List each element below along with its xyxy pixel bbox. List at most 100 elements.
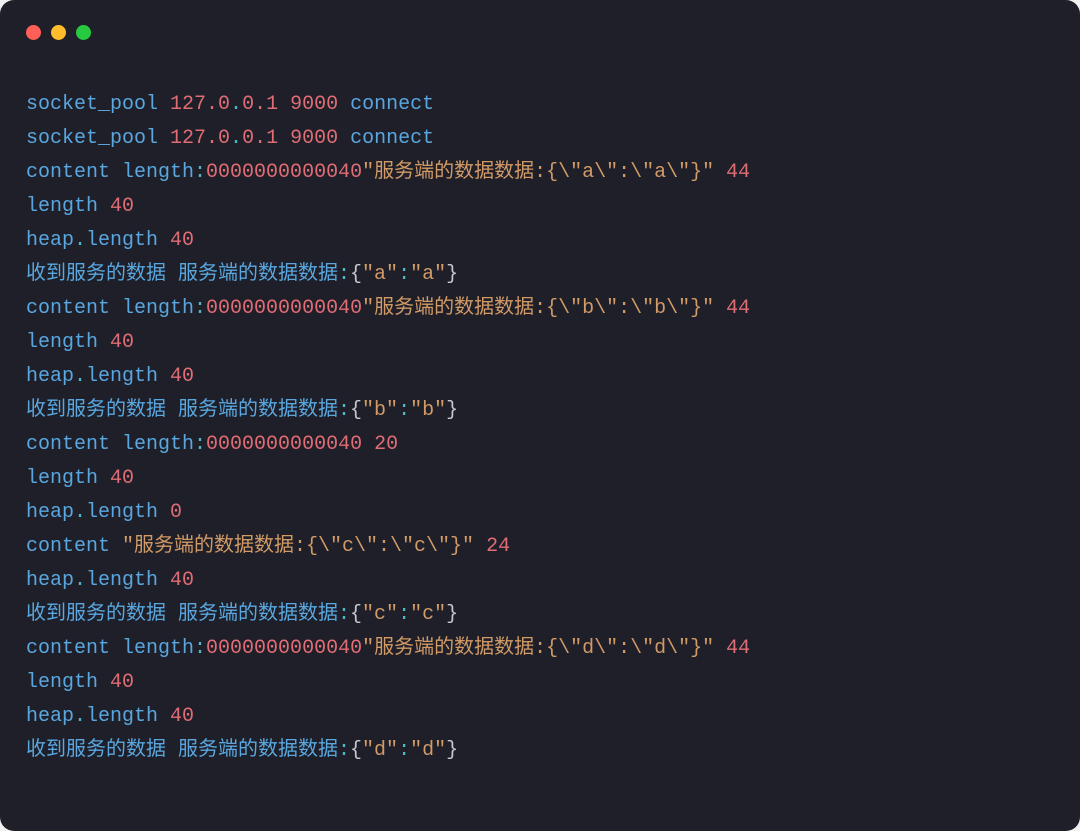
token: }: [446, 399, 458, 422]
token: 0.1: [242, 93, 278, 116]
token: length: [86, 365, 170, 388]
output-line: length 40: [26, 190, 1054, 224]
token: 44: [726, 637, 750, 660]
terminal-output: socket_pool 127.0.0.1 9000 connectsocket…: [26, 88, 1054, 768]
output-line: heap.length 40: [26, 360, 1054, 394]
output-line: content "服务端的数据数据:{\"c\":\"c\"}" 24: [26, 530, 1054, 564]
token: content length: [26, 637, 194, 660]
token: [278, 127, 290, 150]
token: {: [350, 603, 362, 626]
token: .: [74, 229, 86, 252]
token: 0000000000040: [206, 433, 362, 456]
token: "服务端的数据数据:{\"a\":\"a\"}": [362, 161, 714, 184]
token: length: [26, 195, 110, 218]
token: 40: [110, 467, 134, 490]
token: "c": [410, 603, 446, 626]
output-line: socket_pool 127.0.0.1 9000 connect: [26, 122, 1054, 156]
token: {: [350, 263, 362, 286]
token: 40: [170, 229, 194, 252]
token: "服务端的数据数据:{\"b\":\"b\"}": [362, 297, 714, 320]
token: {: [350, 739, 362, 762]
output-line: content length:0000000000040 20: [26, 428, 1054, 462]
token: .: [230, 127, 242, 150]
token: 44: [726, 161, 750, 184]
token: content length: [26, 433, 194, 456]
output-line: length 40: [26, 462, 1054, 496]
token: :: [398, 399, 410, 422]
output-line: heap.length 40: [26, 564, 1054, 598]
token: "服务端的数据数据:{\"c\":\"c\"}": [122, 535, 474, 558]
token: 40: [170, 705, 194, 728]
token: :: [338, 399, 350, 422]
token: 40: [110, 331, 134, 354]
token: length: [26, 331, 110, 354]
token: :: [194, 433, 206, 456]
token: "c": [362, 603, 398, 626]
titlebar: [26, 20, 1054, 44]
token: "b": [362, 399, 398, 422]
token: .: [74, 705, 86, 728]
token: connect: [338, 127, 434, 150]
token: length: [26, 467, 110, 490]
token: heap: [26, 569, 74, 592]
token: 20: [374, 433, 398, 456]
token: :: [194, 161, 206, 184]
token: "服务端的数据数据:{\"d\":\"d\"}": [362, 637, 714, 660]
token: 40: [110, 195, 134, 218]
token: 0000000000040: [206, 637, 362, 660]
token: socket_pool: [26, 93, 170, 116]
token: 127.0: [170, 127, 230, 150]
output-line: content length:0000000000040"服务端的数据数据:{\…: [26, 632, 1054, 666]
output-line: heap.length 40: [26, 700, 1054, 734]
token: 44: [726, 297, 750, 320]
token: "d": [362, 739, 398, 762]
token: [474, 535, 486, 558]
token: }: [446, 603, 458, 626]
token: socket_pool: [26, 127, 170, 150]
token: 24: [486, 535, 510, 558]
token: heap: [26, 229, 74, 252]
token: .: [74, 569, 86, 592]
token: 收到服务的数据 服务端的数据数据: [26, 399, 338, 422]
token: length: [86, 569, 170, 592]
token: [714, 637, 726, 660]
output-line: content length:0000000000040"服务端的数据数据:{\…: [26, 292, 1054, 326]
token: "b": [410, 399, 446, 422]
token: 40: [170, 569, 194, 592]
output-line: content length:0000000000040"服务端的数据数据:{\…: [26, 156, 1054, 190]
token: 0000000000040: [206, 297, 362, 320]
token: connect: [338, 93, 434, 116]
token: "a": [362, 263, 398, 286]
token: length: [86, 501, 170, 524]
minimize-icon[interactable]: [51, 25, 66, 40]
token: .: [74, 501, 86, 524]
output-line: heap.length 0: [26, 496, 1054, 530]
token: 40: [110, 671, 134, 694]
token: {: [350, 399, 362, 422]
token: "d": [410, 739, 446, 762]
token: 0: [170, 501, 182, 524]
close-icon[interactable]: [26, 25, 41, 40]
token: 收到服务的数据 服务端的数据数据: [26, 739, 338, 762]
token: :: [398, 739, 410, 762]
token: heap: [26, 705, 74, 728]
maximize-icon[interactable]: [76, 25, 91, 40]
output-line: 收到服务的数据 服务端的数据数据:{"b":"b"}: [26, 394, 1054, 428]
token: :: [338, 263, 350, 286]
token: :: [398, 263, 410, 286]
token: length: [26, 671, 110, 694]
token: "a": [410, 263, 446, 286]
token: 40: [170, 365, 194, 388]
token: content: [26, 535, 122, 558]
token: length: [86, 229, 170, 252]
token: .: [74, 365, 86, 388]
token: }: [446, 739, 458, 762]
token: [278, 93, 290, 116]
token: 收到服务的数据 服务端的数据数据: [26, 263, 338, 286]
token: 127.0: [170, 93, 230, 116]
token: :: [194, 637, 206, 660]
token: .: [230, 93, 242, 116]
token: [714, 297, 726, 320]
token: content length: [26, 161, 194, 184]
token: :: [194, 297, 206, 320]
